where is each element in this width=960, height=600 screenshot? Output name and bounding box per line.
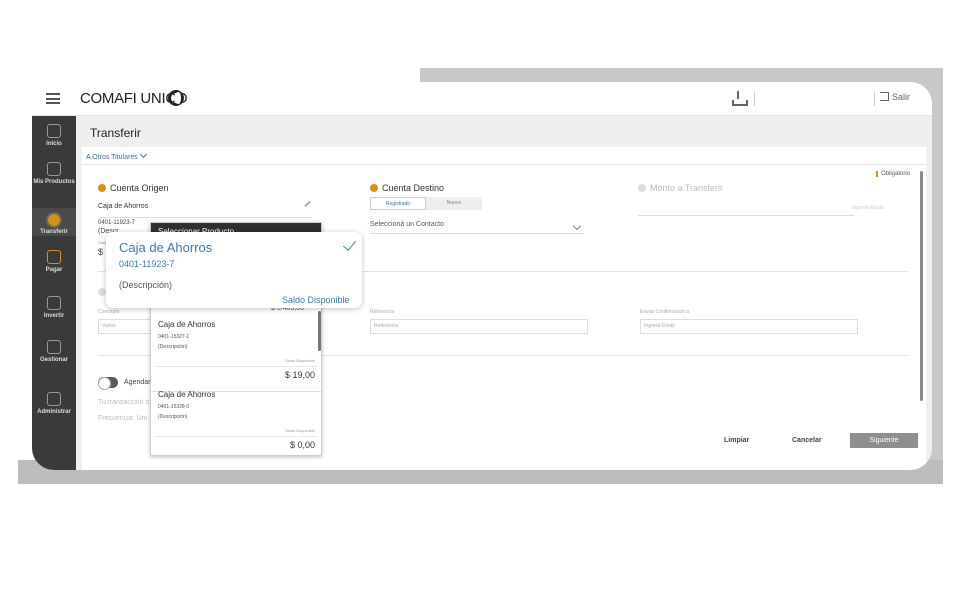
item-description: (Descripción) xyxy=(158,344,188,350)
step-2-icon xyxy=(370,184,378,192)
sidebar: Inicio Mis Productos Transferir Pagar In… xyxy=(32,116,76,470)
sidebar-item-label: Transferir xyxy=(40,229,68,235)
origin-account-number: 0401-11923-7 xyxy=(98,220,135,226)
invest-icon xyxy=(47,296,61,310)
section-monto: Monto a Transferir xyxy=(638,183,723,193)
referencia-label: Referencia xyxy=(370,309,395,315)
dropdown-scrollbar[interactable] xyxy=(318,311,321,351)
scrollbar[interactable] xyxy=(920,171,923,401)
divider xyxy=(82,164,926,165)
next-button[interactable]: Siguiente xyxy=(850,433,918,448)
sidebar-item-transferir[interactable]: Transferir xyxy=(32,208,76,236)
sidebar-item-pagar[interactable]: Pagar xyxy=(32,250,76,273)
required-note: Obligatorio xyxy=(876,171,910,177)
admin-icon xyxy=(47,392,61,406)
account-type-selector[interactable]: A Otros Titulares xyxy=(86,152,146,161)
email-label: Enviar Confirmación a xyxy=(640,309,690,315)
clear-button[interactable]: Limpiar xyxy=(724,437,749,444)
section-cuenta-destino: Cuenta Destino xyxy=(370,183,444,193)
menu-icon[interactable] xyxy=(46,93,60,104)
card-description: (Descripción) xyxy=(119,280,173,290)
sidebar-item-label: Inicio xyxy=(46,141,62,147)
sidebar-item-mis-productos[interactable]: Mis Productos xyxy=(32,162,76,185)
divider xyxy=(155,366,317,367)
schedule-toggle[interactable] xyxy=(98,377,118,390)
sidebar-item-gestionar[interactable]: Gestionar xyxy=(32,340,76,363)
sidebar-item-label: Administrar xyxy=(37,409,71,415)
item-account: 0401-15327-1 xyxy=(158,334,190,340)
amount-field[interactable] xyxy=(638,215,854,216)
step-3-icon xyxy=(638,184,646,192)
divider xyxy=(874,92,875,106)
item-account: 0401-15328-0 xyxy=(158,404,190,410)
item-amount: $ 0,00 xyxy=(289,440,315,450)
logout-label: Salir xyxy=(892,92,911,102)
card-name: Caja de Ahorros xyxy=(119,240,213,255)
step-1-icon xyxy=(98,184,106,192)
item-name: Caja de Ahorros xyxy=(158,390,216,399)
referencia-input[interactable]: Referencia xyxy=(370,319,588,334)
divider xyxy=(98,217,312,218)
tab-registrado[interactable]: Registrado xyxy=(370,197,426,210)
transfer-icon xyxy=(48,214,60,226)
schedule-frequency: Frecuencia: Uni xyxy=(98,415,148,422)
section-title: Cuenta Origen xyxy=(110,183,169,193)
dropdown-item[interactable]: Caja de Ahorros 0401-15327-1 (Descripció… xyxy=(151,320,321,392)
pay-icon xyxy=(47,250,61,264)
concepto-label: Concepto xyxy=(98,309,120,315)
check-icon xyxy=(342,237,357,251)
item-saldo-label: Saldo Disponible xyxy=(284,358,315,363)
brand-logo-icon xyxy=(168,90,184,106)
manage-icon xyxy=(47,340,61,354)
divider xyxy=(155,436,317,437)
step-4-icon xyxy=(98,288,106,296)
card-account: 0401-11923-7 xyxy=(119,259,175,269)
origin-account-name[interactable]: Caja de Ahorros xyxy=(98,203,148,210)
logout-icon xyxy=(880,92,889,101)
contact-select[interactable]: Seleccioná un Contacto xyxy=(370,221,584,234)
section-cuenta-origen: Cuenta Origen xyxy=(98,183,169,193)
top-bar: COMAFI UNICO Salir xyxy=(32,82,932,116)
products-icon xyxy=(47,162,61,176)
page-title: Transferir xyxy=(90,126,141,140)
sidebar-item-label: Mis Productos xyxy=(33,179,75,185)
sidebar-item-invertir[interactable]: Invertir xyxy=(32,296,76,319)
sidebar-item-label: Invertir xyxy=(43,313,65,319)
contact-select-placeholder: Seleccioná un Contacto xyxy=(370,221,444,228)
item-saldo-label: Saldo Disponible xyxy=(284,428,315,433)
item-description: (Descripción) xyxy=(158,414,188,420)
card-saldo-label: Saldo Disponible xyxy=(282,295,350,305)
section-title: Monto a Transferir xyxy=(650,183,724,193)
sidebar-item-administrar[interactable]: Administrar xyxy=(32,392,76,415)
schedule-note: Tu transacción s xyxy=(98,399,150,406)
schedule-label: Agendar xyxy=(124,379,151,386)
sidebar-item-label: Pagar xyxy=(45,267,63,273)
selected-product-card[interactable]: Caja de Ahorros 0401-11923-7 (Descripció… xyxy=(106,232,362,308)
edit-icon[interactable] xyxy=(304,200,311,208)
concepto-select[interactable]: Varios xyxy=(98,319,158,334)
dropdown-item[interactable]: Caja de Ahorros 0401-15328-0 (Descripció… xyxy=(151,390,321,455)
item-name: Caja de Ahorros xyxy=(158,320,216,329)
logout-button[interactable]: Salir xyxy=(880,92,910,102)
home-icon xyxy=(47,124,61,138)
cancel-button[interactable]: Cancelar xyxy=(792,437,822,444)
tab-nuevo[interactable]: Nuevo xyxy=(426,197,482,210)
sidebar-item-label: Gestionar xyxy=(39,357,68,363)
item-amount: $ 19,00 xyxy=(284,370,315,380)
email-input[interactable]: Ingresá Email xyxy=(640,319,858,334)
divider xyxy=(754,92,755,106)
download-icon[interactable] xyxy=(732,91,748,106)
section-title: Cuenta Destino xyxy=(382,183,445,193)
sidebar-item-inicio[interactable]: Inicio xyxy=(32,124,76,147)
amount-placeholder[interactable]: Ingresá Monto xyxy=(852,205,884,211)
